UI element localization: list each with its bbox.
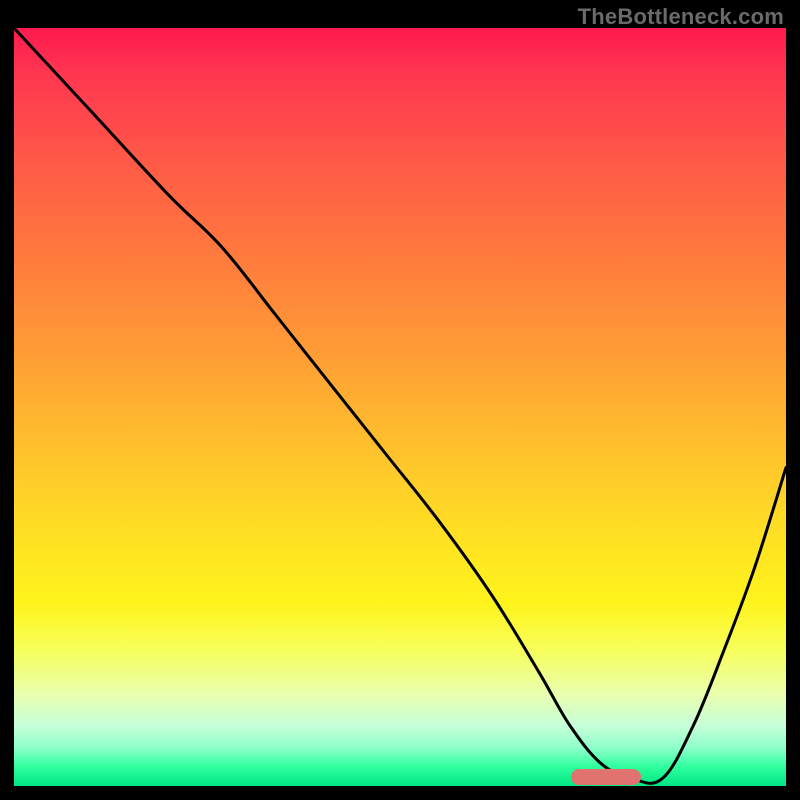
optimal-range-marker xyxy=(571,769,641,785)
watermark-text: TheBottleneck.com xyxy=(578,4,784,30)
gradient-background xyxy=(14,28,786,786)
chart-frame xyxy=(14,28,786,786)
